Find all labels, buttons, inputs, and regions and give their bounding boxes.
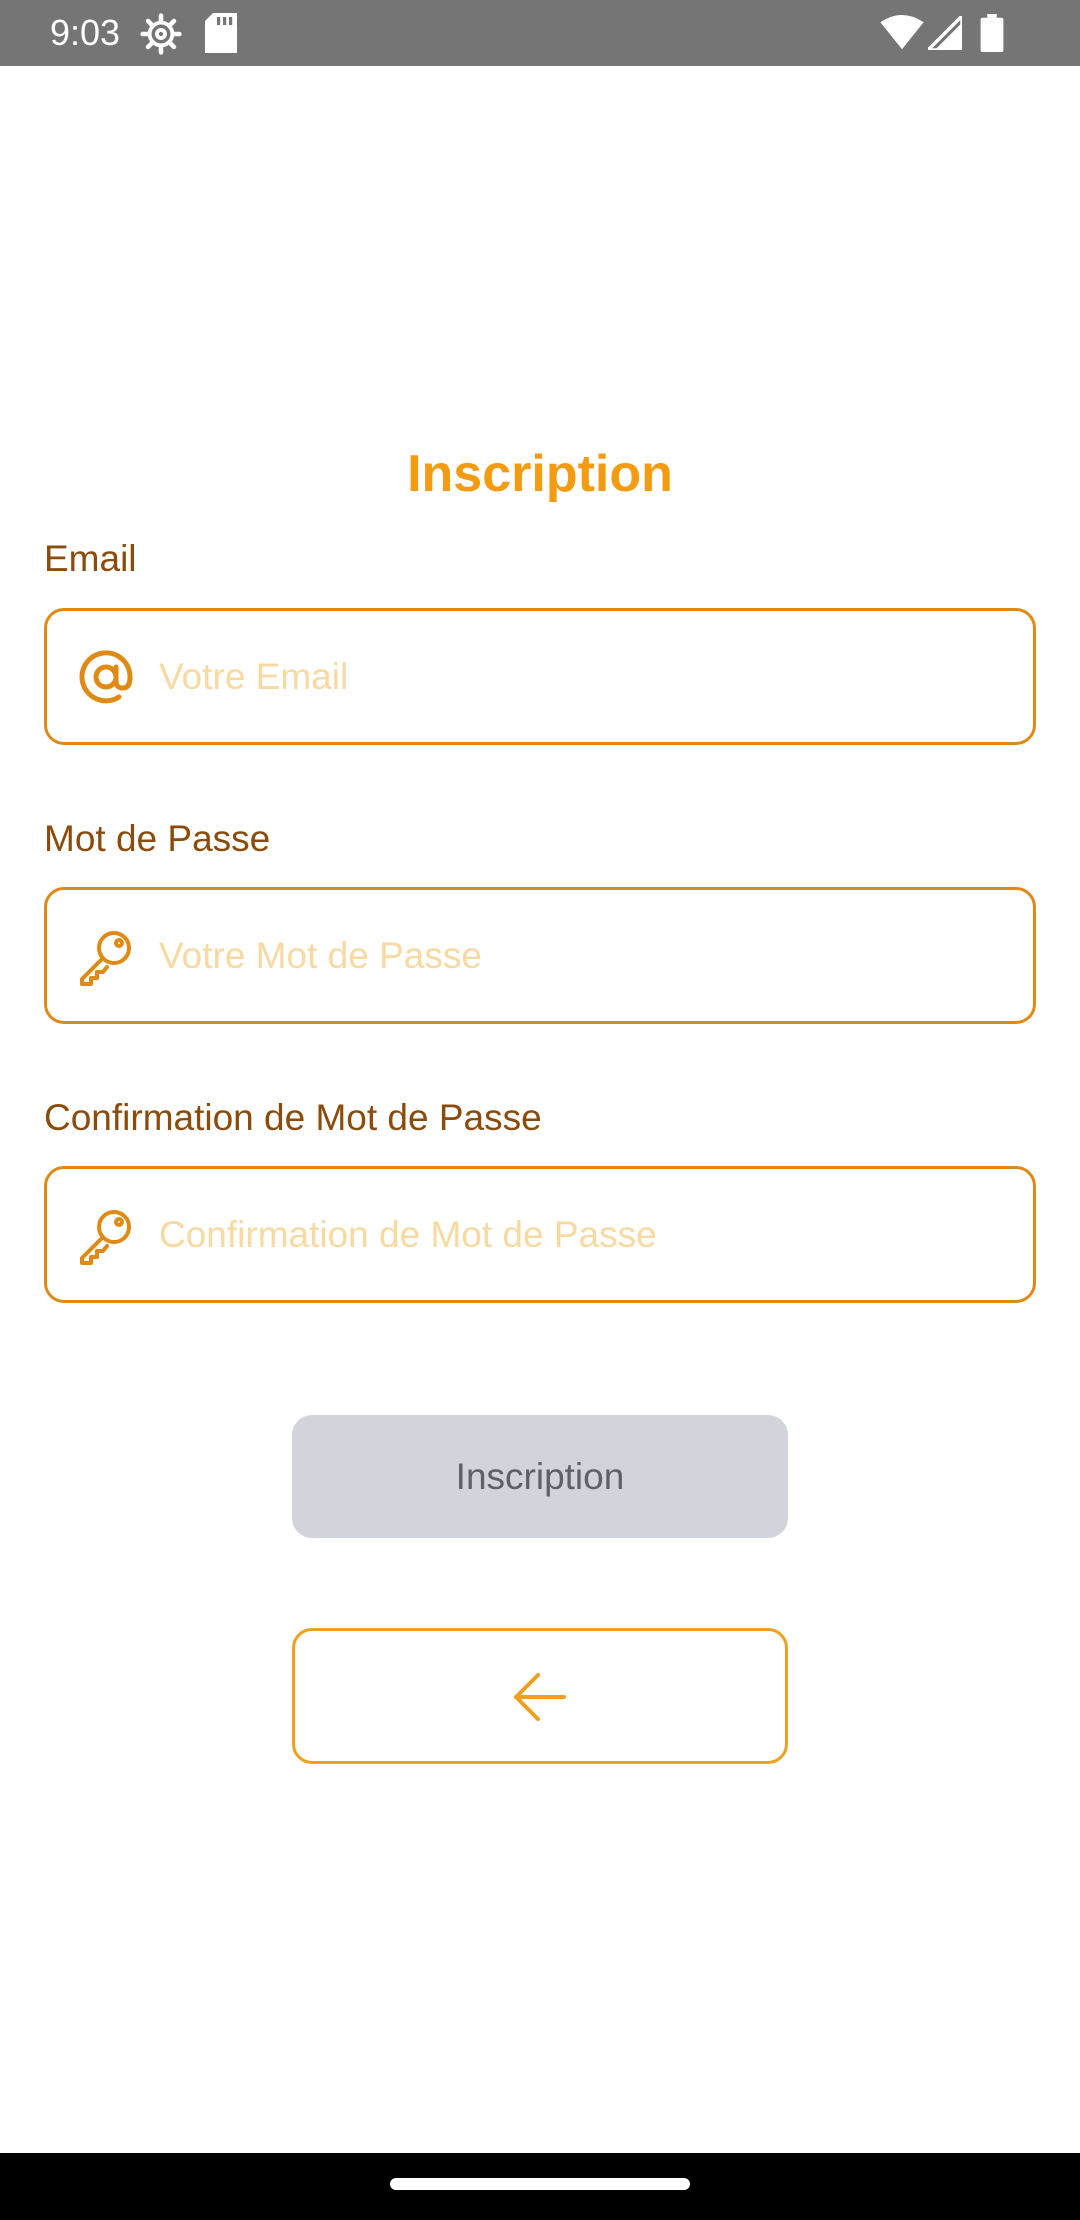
home-handle[interactable]	[390, 2178, 690, 2190]
signup-screen: 9:03 Inscription Email Votre Email Mot d…	[0, 0, 1080, 2220]
back-button[interactable]	[292, 1628, 788, 1764]
confirm-password-field-container[interactable]	[44, 1166, 1036, 1303]
status-time: 9:03	[50, 12, 121, 53]
key-icon	[73, 1202, 139, 1268]
email-input[interactable]	[159, 611, 1019, 742]
key-icon	[73, 923, 139, 989]
wifi-icon	[880, 15, 924, 56]
navigation-bar	[0, 2153, 1080, 2220]
settings-icon	[140, 13, 182, 60]
page-title: Inscription	[407, 445, 673, 503]
password-field-container[interactable]	[44, 887, 1036, 1024]
password-label: Mot de Passe	[44, 818, 271, 859]
battery-icon	[980, 14, 1004, 57]
sd-card-icon	[205, 13, 237, 58]
cell-signal-icon	[923, 11, 964, 55]
confirm-password-label: Confirmation de Mot de Passe	[44, 1097, 542, 1138]
status-bar: 9:03	[0, 0, 1080, 66]
password-input[interactable]	[159, 890, 1019, 1021]
signup-button[interactable]: Inscription	[292, 1415, 788, 1538]
arrow-left-icon	[514, 1673, 566, 1721]
email-label: Email	[44, 538, 137, 579]
confirm-password-input[interactable]	[159, 1169, 1019, 1300]
at-sign-icon	[73, 644, 139, 710]
email-field-container[interactable]	[44, 608, 1036, 745]
